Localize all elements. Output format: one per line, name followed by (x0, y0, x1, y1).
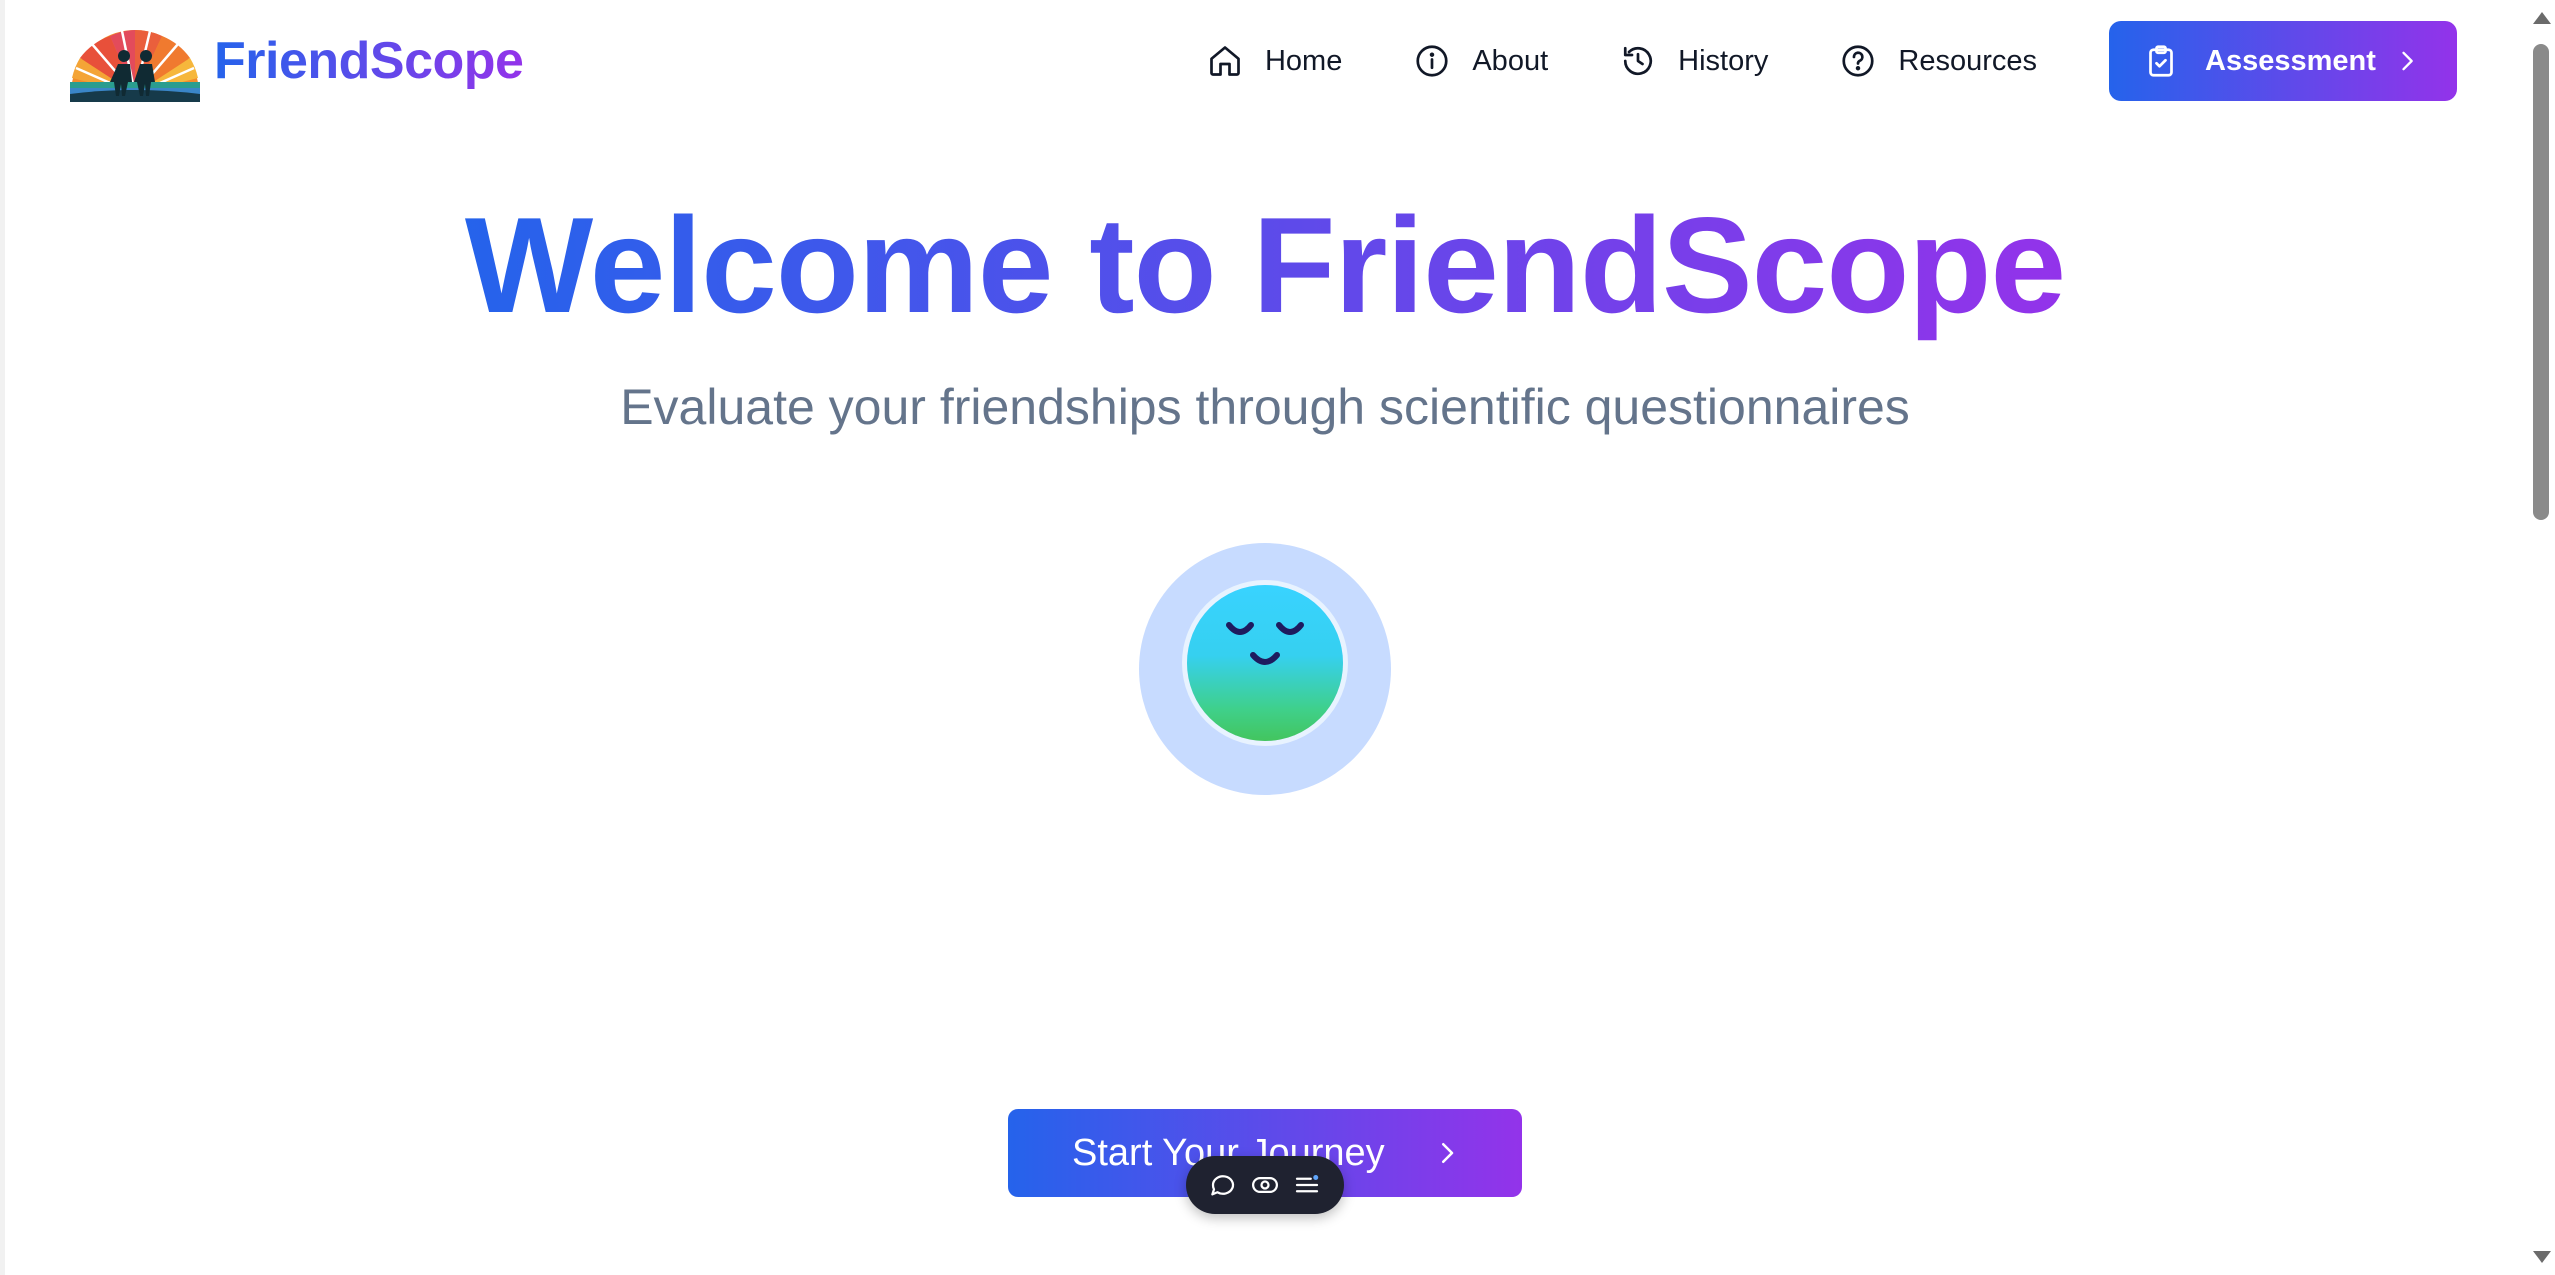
scroll-up-icon[interactable] (2533, 12, 2551, 24)
scrollbar[interactable] (2527, 0, 2555, 1275)
scrollbar-thumb[interactable] (2533, 44, 2549, 520)
nav-item-home[interactable]: Home (1207, 43, 1342, 79)
hero-subtitle: Evaluate your friendships through scient… (620, 379, 1910, 435)
nav-label-home: Home (1264, 44, 1343, 77)
chevron-right-icon (2402, 51, 2413, 71)
brand[interactable]: FriendScope (70, 18, 524, 104)
calm-face-avatar (1187, 585, 1343, 741)
info-icon (1416, 45, 1448, 77)
clipboard-check-icon (2149, 45, 2173, 77)
assessment-label: Assessment (2205, 44, 2376, 77)
nav-item-about[interactable]: About (1414, 43, 1548, 79)
home-icon (1210, 46, 1240, 76)
history-icon (1624, 46, 1653, 76)
menu-icon[interactable] (1292, 1170, 1322, 1200)
brand-name: FriendScope (214, 32, 524, 90)
sunrise-friends-logo (70, 30, 200, 102)
nav-item-history[interactable]: History (1620, 43, 1768, 79)
calm-face-icon (1226, 622, 1304, 665)
hero-title: Welcome to FriendScope (0, 185, 2530, 345)
comment-icon[interactable] (1208, 1170, 1238, 1200)
eye-icon[interactable] (1250, 1170, 1280, 1200)
assessment-button[interactable]: Assessment (2109, 21, 2457, 101)
chevron-right-icon (1442, 1143, 1454, 1163)
nav-label-about: About (1472, 44, 1549, 77)
scroll-down-icon[interactable] (2533, 1251, 2551, 1263)
page: FriendScope Home About History Resources… (0, 0, 2555, 1275)
help-circle-icon (1842, 45, 1874, 77)
mascot-ring (1139, 543, 1391, 795)
nav-label-resources: Resources (1898, 44, 2037, 77)
hero-title-text: Welcome to FriendScope (464, 189, 2066, 341)
nav-item-resources[interactable]: Resources (1840, 43, 2037, 79)
floating-toolbar (1186, 1156, 1344, 1214)
nav-label-history: History (1678, 44, 1769, 77)
top-nav: Home About History Resources Assessment (1207, 21, 2457, 101)
